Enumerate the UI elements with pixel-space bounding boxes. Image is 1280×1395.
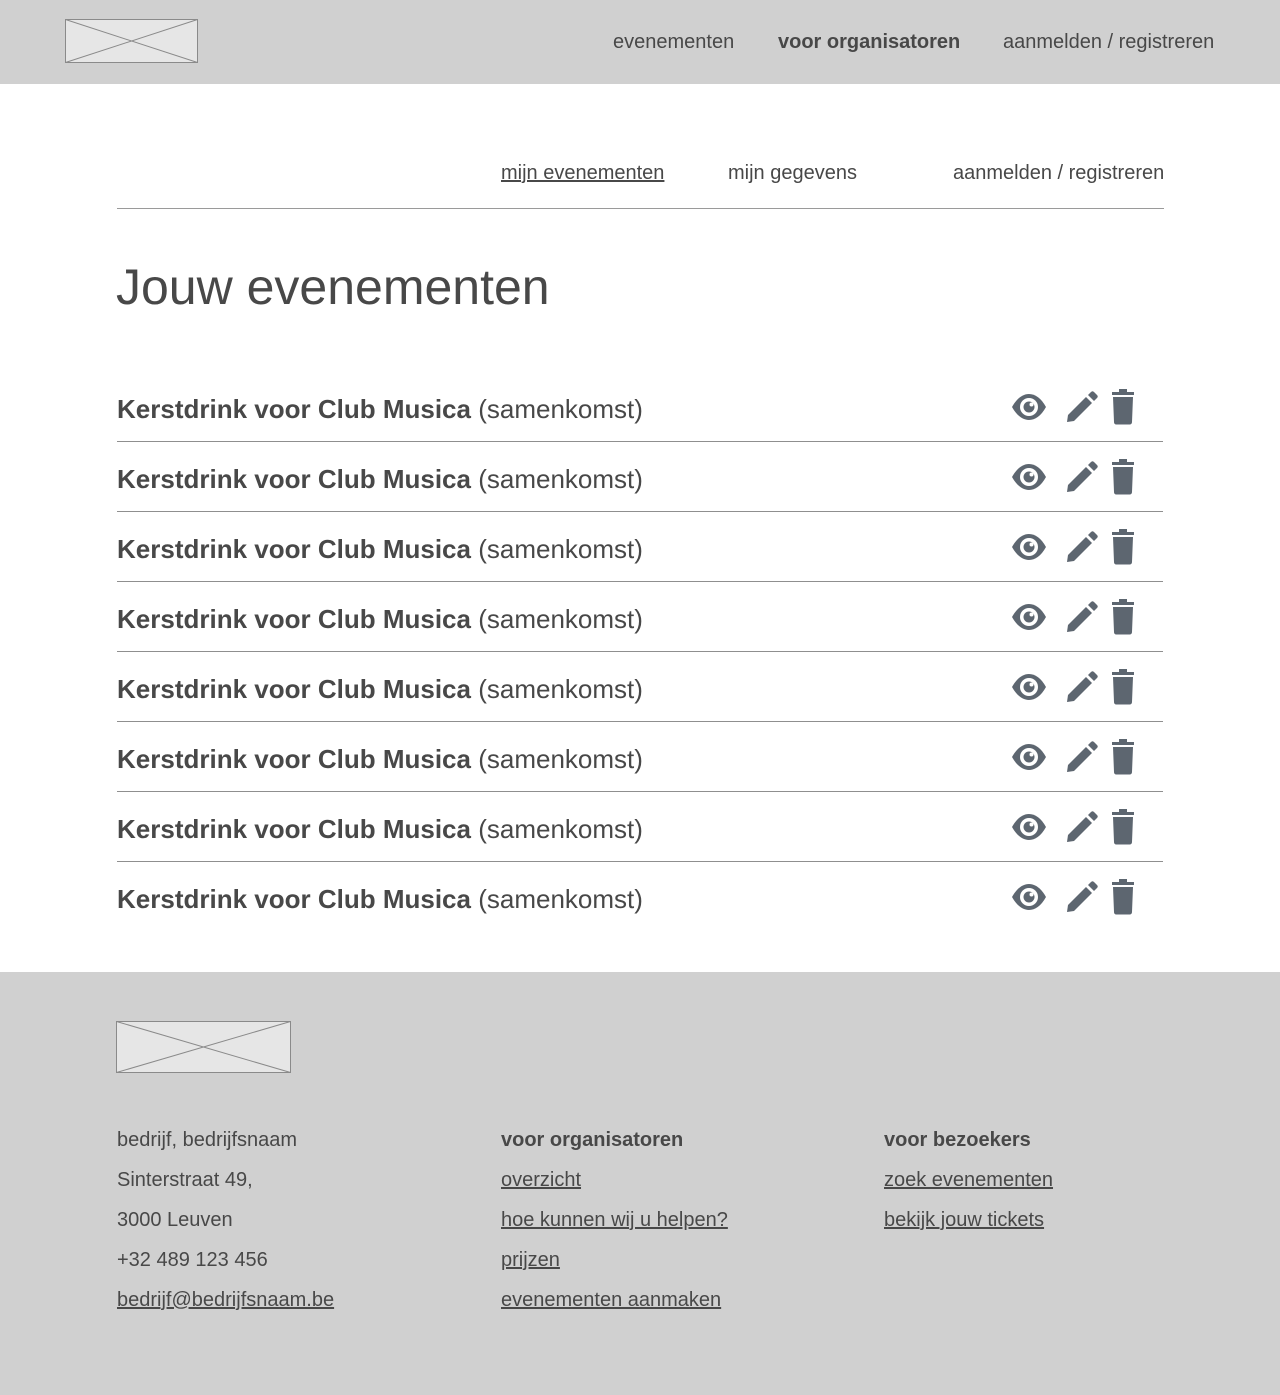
- event-row: Kerstdrink voor Club Musica (samenkomst): [117, 792, 1163, 862]
- event-row: Kerstdrink voor Club Musica (samenkomst): [117, 442, 1163, 512]
- event-title: Kerstdrink voor Club Musica (samenkomst): [117, 394, 643, 424]
- footer-link-hoe-kunnen-wij-helpen[interactable]: hoe kunnen wij u helpen?: [501, 1200, 728, 1240]
- footer-link-evenementen-aanmaken[interactable]: evenementen aanmaken: [501, 1280, 728, 1320]
- subnav-mijn-evenementen[interactable]: mijn evenementen: [501, 162, 664, 184]
- event-title: Kerstdrink voor Club Musica (samenkomst): [117, 674, 643, 704]
- subnav-aanmelden-registreren[interactable]: aanmelden / registreren: [953, 162, 1164, 184]
- pencil-icon[interactable]: [1064, 669, 1100, 705]
- pencil-icon[interactable]: [1064, 529, 1100, 565]
- event-title: Kerstdrink voor Club Musica (samenkomst): [117, 744, 643, 774]
- pencil-icon[interactable]: [1064, 459, 1100, 495]
- event-name: Kerstdrink voor Club Musica: [117, 814, 471, 844]
- event-row: Kerstdrink voor Club Musica (samenkomst): [117, 512, 1163, 582]
- company-city: 3000 Leuven: [117, 1209, 233, 1231]
- event-type: (samenkomst): [478, 814, 643, 844]
- event-name: Kerstdrink voor Club Musica: [117, 884, 471, 914]
- eye-icon[interactable]: [1011, 739, 1047, 775]
- trash-icon[interactable]: [1110, 669, 1146, 705]
- nav-voor-organisatoren[interactable]: voor organisatoren: [778, 31, 960, 53]
- event-name: Kerstdrink voor Club Musica: [117, 394, 471, 424]
- trash-icon[interactable]: [1110, 879, 1146, 915]
- event-type: (samenkomst): [478, 604, 643, 634]
- event-name: Kerstdrink voor Club Musica: [117, 674, 471, 704]
- event-row: Kerstdrink voor Club Musica (samenkomst): [117, 722, 1163, 792]
- trash-icon[interactable]: [1110, 459, 1146, 495]
- company-name: bedrijf, bedrijfsnaam: [117, 1129, 298, 1151]
- footer-organizers-heading: voor organisatoren: [501, 1129, 684, 1151]
- footer-link-overzicht[interactable]: overzicht: [501, 1160, 728, 1200]
- event-type: (samenkomst): [478, 884, 643, 914]
- pencil-icon[interactable]: [1064, 809, 1100, 845]
- event-row: Kerstdrink voor Club Musica (samenkomst): [117, 372, 1163, 442]
- pencil-icon[interactable]: [1064, 389, 1100, 425]
- footer-logo-placeholder[interactable]: [116, 1021, 291, 1073]
- company-phone: +32 489 123 456: [117, 1249, 268, 1271]
- event-row: Kerstdrink voor Club Musica (samenkomst): [117, 862, 1163, 932]
- event-name: Kerstdrink voor Club Musica: [117, 744, 471, 774]
- event-title: Kerstdrink voor Club Musica (samenkomst): [117, 884, 643, 914]
- event-type: (samenkomst): [478, 394, 643, 424]
- footer-link-zoek-evenementen[interactable]: zoek evenementen: [884, 1160, 1053, 1200]
- pencil-icon[interactable]: [1064, 599, 1100, 635]
- eye-icon[interactable]: [1011, 389, 1047, 425]
- event-type: (samenkomst): [478, 534, 643, 564]
- site-footer: bedrijf, bedrijfsnaam Sinterstraat 49, 3…: [0, 972, 1280, 1395]
- event-type: (samenkomst): [478, 744, 643, 774]
- event-title: Kerstdrink voor Club Musica (samenkomst): [117, 464, 643, 494]
- event-list: Kerstdrink voor Club Musica (samenkomst): [117, 372, 1163, 932]
- logo-placeholder[interactable]: [65, 19, 198, 63]
- footer-organizers: voor organisatoren overzicht hoe kunnen …: [501, 1120, 728, 1320]
- subnav-divider: [117, 208, 1164, 209]
- company-email-link[interactable]: bedrijf@bedrijfsnaam.be: [117, 1280, 334, 1320]
- eye-icon[interactable]: [1011, 669, 1047, 705]
- trash-icon[interactable]: [1110, 739, 1146, 775]
- event-title: Kerstdrink voor Club Musica (samenkomst): [117, 534, 643, 564]
- event-row: Kerstdrink voor Club Musica (samenkomst): [117, 582, 1163, 652]
- pencil-icon[interactable]: [1064, 739, 1100, 775]
- nav-aanmelden-registreren[interactable]: aanmelden / registreren: [1003, 31, 1214, 53]
- company-street: Sinterstraat 49,: [117, 1169, 253, 1191]
- eye-icon[interactable]: [1011, 879, 1047, 915]
- footer-visitors-heading: voor bezoekers: [884, 1129, 1031, 1151]
- trash-icon[interactable]: [1110, 389, 1146, 425]
- eye-icon[interactable]: [1011, 459, 1047, 495]
- event-name: Kerstdrink voor Club Musica: [117, 604, 471, 634]
- footer-link-bekijk-tickets[interactable]: bekijk jouw tickets: [884, 1200, 1053, 1240]
- event-type: (samenkomst): [478, 674, 643, 704]
- eye-icon[interactable]: [1011, 599, 1047, 635]
- page-title: Jouw evenementen: [116, 259, 550, 315]
- event-row: Kerstdrink voor Club Musica (samenkomst): [117, 652, 1163, 722]
- footer-company: bedrijf, bedrijfsnaam Sinterstraat 49, 3…: [117, 1120, 334, 1320]
- site-header: evenementen voor organisatoren aanmelden…: [0, 0, 1280, 84]
- event-title: Kerstdrink voor Club Musica (samenkomst): [117, 814, 643, 844]
- event-type: (samenkomst): [478, 464, 643, 494]
- pencil-icon[interactable]: [1064, 879, 1100, 915]
- event-title: Kerstdrink voor Club Musica (samenkomst): [117, 604, 643, 634]
- nav-evenementen[interactable]: evenementen: [613, 31, 734, 53]
- footer-link-prijzen[interactable]: prijzen: [501, 1240, 728, 1280]
- event-name: Kerstdrink voor Club Musica: [117, 534, 471, 564]
- trash-icon[interactable]: [1110, 599, 1146, 635]
- footer-visitors: voor bezoekers zoek evenementen bekijk j…: [884, 1120, 1053, 1240]
- trash-icon[interactable]: [1110, 529, 1146, 565]
- subnav-mijn-gegevens[interactable]: mijn gegevens: [728, 162, 857, 184]
- event-name: Kerstdrink voor Club Musica: [117, 464, 471, 494]
- trash-icon[interactable]: [1110, 809, 1146, 845]
- eye-icon[interactable]: [1011, 529, 1047, 565]
- eye-icon[interactable]: [1011, 809, 1047, 845]
